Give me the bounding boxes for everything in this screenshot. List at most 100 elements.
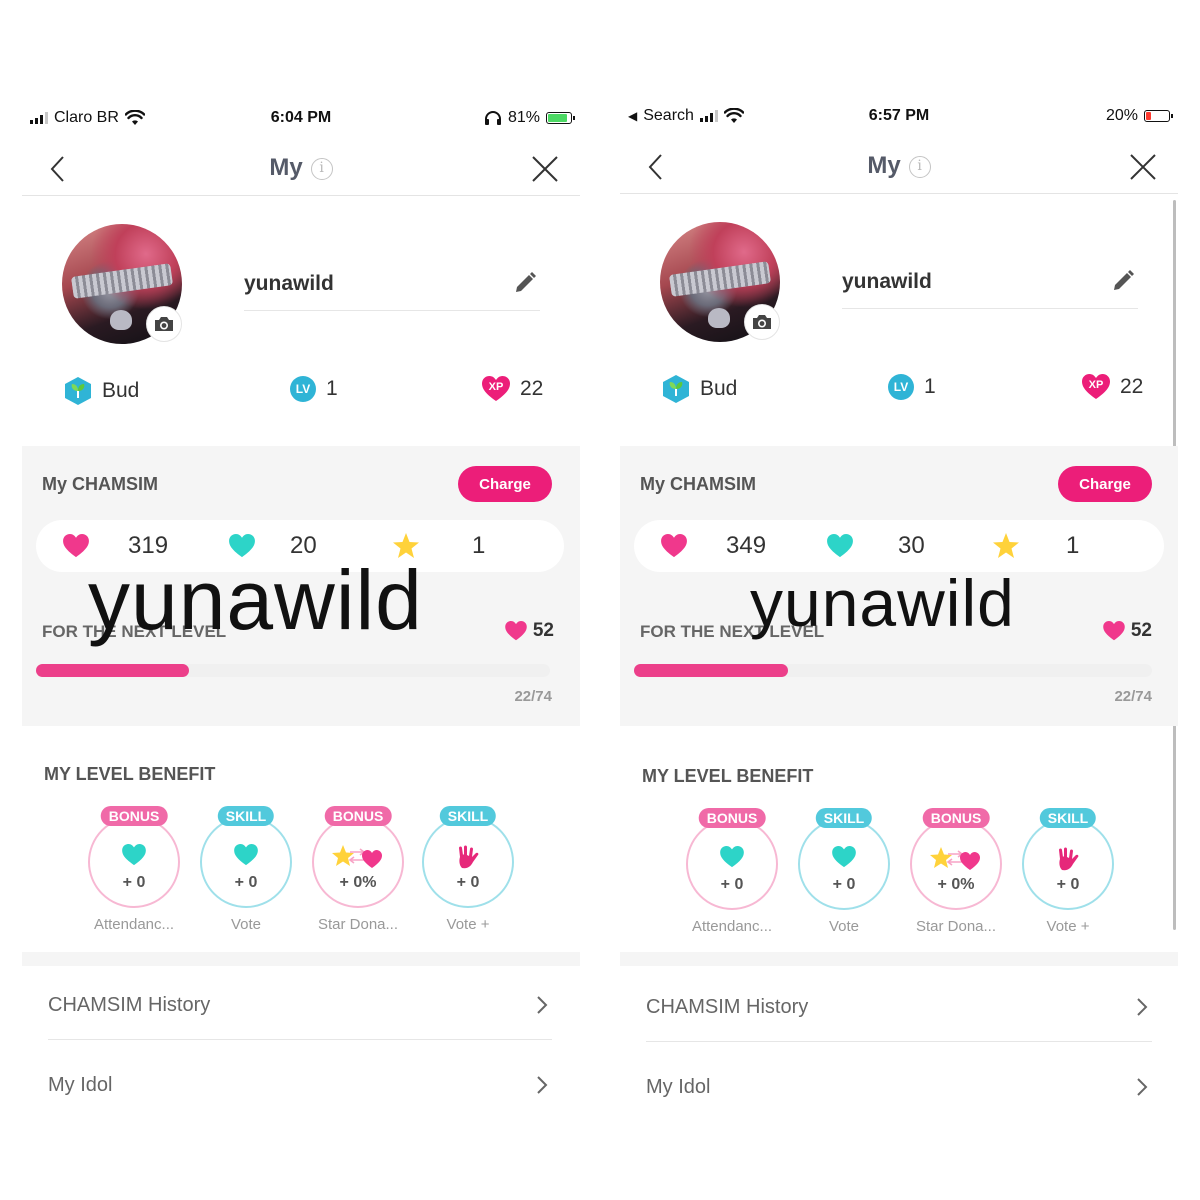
star-to-heart-icon bbox=[312, 844, 404, 870]
benefit-caption: Vote + bbox=[1046, 918, 1090, 935]
menu-my-idol[interactable]: My Idol bbox=[646, 1052, 1152, 1100]
next-level-hearts-value: 52 bbox=[532, 620, 554, 641]
rock-hand-icon bbox=[1022, 846, 1114, 872]
menu-label: CHAMSIM History bbox=[646, 996, 809, 1018]
benefit-value: + 0 bbox=[832, 876, 856, 893]
benefit-tag: SKILL bbox=[217, 806, 275, 826]
camera-icon[interactable] bbox=[744, 304, 780, 340]
section-divider bbox=[22, 952, 580, 966]
next-level-hearts-value: 52 bbox=[1130, 620, 1152, 641]
xp-stat: XP 22 bbox=[1082, 374, 1143, 400]
pink-heart-icon bbox=[1103, 621, 1125, 641]
page-title: My i bbox=[22, 154, 580, 182]
chevron-right-icon bbox=[537, 996, 548, 1014]
page-title: My i bbox=[620, 152, 1178, 180]
level-progress-fill bbox=[634, 664, 788, 677]
pink-heart-icon bbox=[661, 534, 687, 558]
teal-heart-icon bbox=[200, 844, 292, 866]
benefit-value: + 0% bbox=[937, 876, 975, 893]
nav-bar: My i bbox=[22, 142, 580, 196]
level-value: 1 bbox=[924, 375, 936, 398]
pink-heart-balance: 349 bbox=[660, 532, 766, 560]
menu-chamsim-history[interactable]: CHAMSIM History bbox=[646, 972, 1152, 1042]
benefit-value: + 0 bbox=[122, 874, 146, 891]
chamsim-balance-card: 349 30 1 bbox=[634, 520, 1164, 572]
battery-percent: 81% bbox=[507, 109, 540, 126]
benefit-value: + 0 bbox=[456, 874, 480, 891]
xp-value: 22 bbox=[520, 377, 544, 400]
next-level-hearts: 52 bbox=[1103, 620, 1152, 642]
xp-badge-text: XP bbox=[1088, 379, 1104, 391]
sprout-badge-icon bbox=[663, 375, 689, 403]
level-benefit-title: MY LEVEL BENEFIT bbox=[642, 766, 814, 786]
camera-icon[interactable] bbox=[146, 306, 182, 342]
level-stat: LV 1 bbox=[290, 376, 338, 402]
star-to-heart-icon bbox=[910, 846, 1002, 872]
teal-heart-balance: 30 bbox=[826, 532, 925, 560]
pink-heart-icon bbox=[505, 621, 527, 641]
section-divider bbox=[620, 952, 1178, 966]
star-icon bbox=[993, 533, 1019, 558]
menu-my-idol[interactable]: My Idol bbox=[48, 1050, 552, 1100]
grade-label: Bud bbox=[700, 377, 738, 400]
battery-level bbox=[548, 114, 568, 122]
battery-percent: 20% bbox=[1105, 107, 1138, 124]
next-level-hearts: 52 bbox=[505, 620, 554, 642]
level-progress-bar bbox=[36, 664, 550, 677]
menu-label: My Idol bbox=[646, 1076, 711, 1098]
username: yunawild bbox=[842, 270, 932, 293]
teal-heart-icon bbox=[798, 846, 890, 868]
username: yunawild bbox=[244, 272, 334, 295]
xp-stat: XP 22 bbox=[482, 376, 543, 402]
battery-level bbox=[1146, 112, 1151, 120]
level-value: 1 bbox=[326, 377, 338, 400]
chevron-right-icon bbox=[1137, 1078, 1148, 1096]
level-progress-text: 22/74 bbox=[1114, 688, 1152, 705]
level-badge-icon: LV bbox=[888, 374, 914, 400]
benefit-tag: SKILL bbox=[815, 808, 873, 828]
star-count: 1 bbox=[1066, 532, 1080, 559]
level-progress-bar bbox=[634, 664, 1152, 677]
charge-button[interactable]: Charge bbox=[458, 466, 552, 502]
battery-icon bbox=[1144, 110, 1173, 122]
benefit-tag: BONUS bbox=[100, 806, 168, 826]
battery-icon bbox=[546, 112, 575, 124]
benefit-value: + 0% bbox=[339, 874, 377, 891]
pencil-icon[interactable] bbox=[512, 270, 538, 296]
grade-stat: Bud bbox=[64, 376, 139, 406]
chevron-right-icon bbox=[537, 1076, 548, 1094]
divider bbox=[244, 310, 540, 311]
close-icon[interactable] bbox=[530, 154, 560, 184]
level-progress-text: 22/74 bbox=[514, 688, 552, 705]
close-icon[interactable] bbox=[1128, 152, 1158, 182]
level-stat: LV 1 bbox=[888, 374, 936, 400]
page-title-text: My bbox=[867, 152, 901, 179]
page-title-text: My bbox=[269, 154, 303, 181]
benefit-value: + 0 bbox=[234, 874, 258, 891]
pencil-icon[interactable] bbox=[1110, 268, 1136, 294]
pink-heart-icon bbox=[63, 534, 89, 558]
divider bbox=[842, 308, 1138, 309]
rock-hand-icon bbox=[422, 844, 514, 870]
menu-chamsim-history[interactable]: CHAMSIM History bbox=[48, 970, 552, 1040]
info-icon[interactable]: i bbox=[908, 156, 931, 178]
sprout-badge-icon bbox=[65, 377, 91, 405]
charge-button[interactable]: Charge bbox=[1058, 466, 1152, 502]
headphones-icon bbox=[484, 111, 501, 125]
overlay-username-text: yunawild bbox=[88, 553, 423, 647]
benefit-tag: BONUS bbox=[324, 806, 392, 826]
status-bar: Claro BR 6:04 PM 81% bbox=[22, 100, 580, 136]
teal-heart-icon bbox=[686, 846, 778, 868]
benefit-value: + 0 bbox=[720, 876, 744, 893]
star-balance: 1 bbox=[992, 532, 1079, 560]
benefit-caption: Vote + bbox=[446, 916, 490, 933]
level-benefit-title: MY LEVEL BENEFIT bbox=[44, 764, 216, 784]
level-progress-fill bbox=[36, 664, 189, 677]
teal-heart-count: 30 bbox=[898, 532, 925, 559]
menu-label: CHAMSIM History bbox=[48, 994, 211, 1016]
pink-heart-count: 349 bbox=[726, 532, 767, 559]
benefit-value: + 0 bbox=[1056, 876, 1080, 893]
grade-stat: Bud bbox=[662, 374, 737, 404]
info-icon[interactable]: i bbox=[310, 158, 333, 180]
status-bar: ◀ Search 6:57 PM 20% bbox=[620, 100, 1178, 134]
